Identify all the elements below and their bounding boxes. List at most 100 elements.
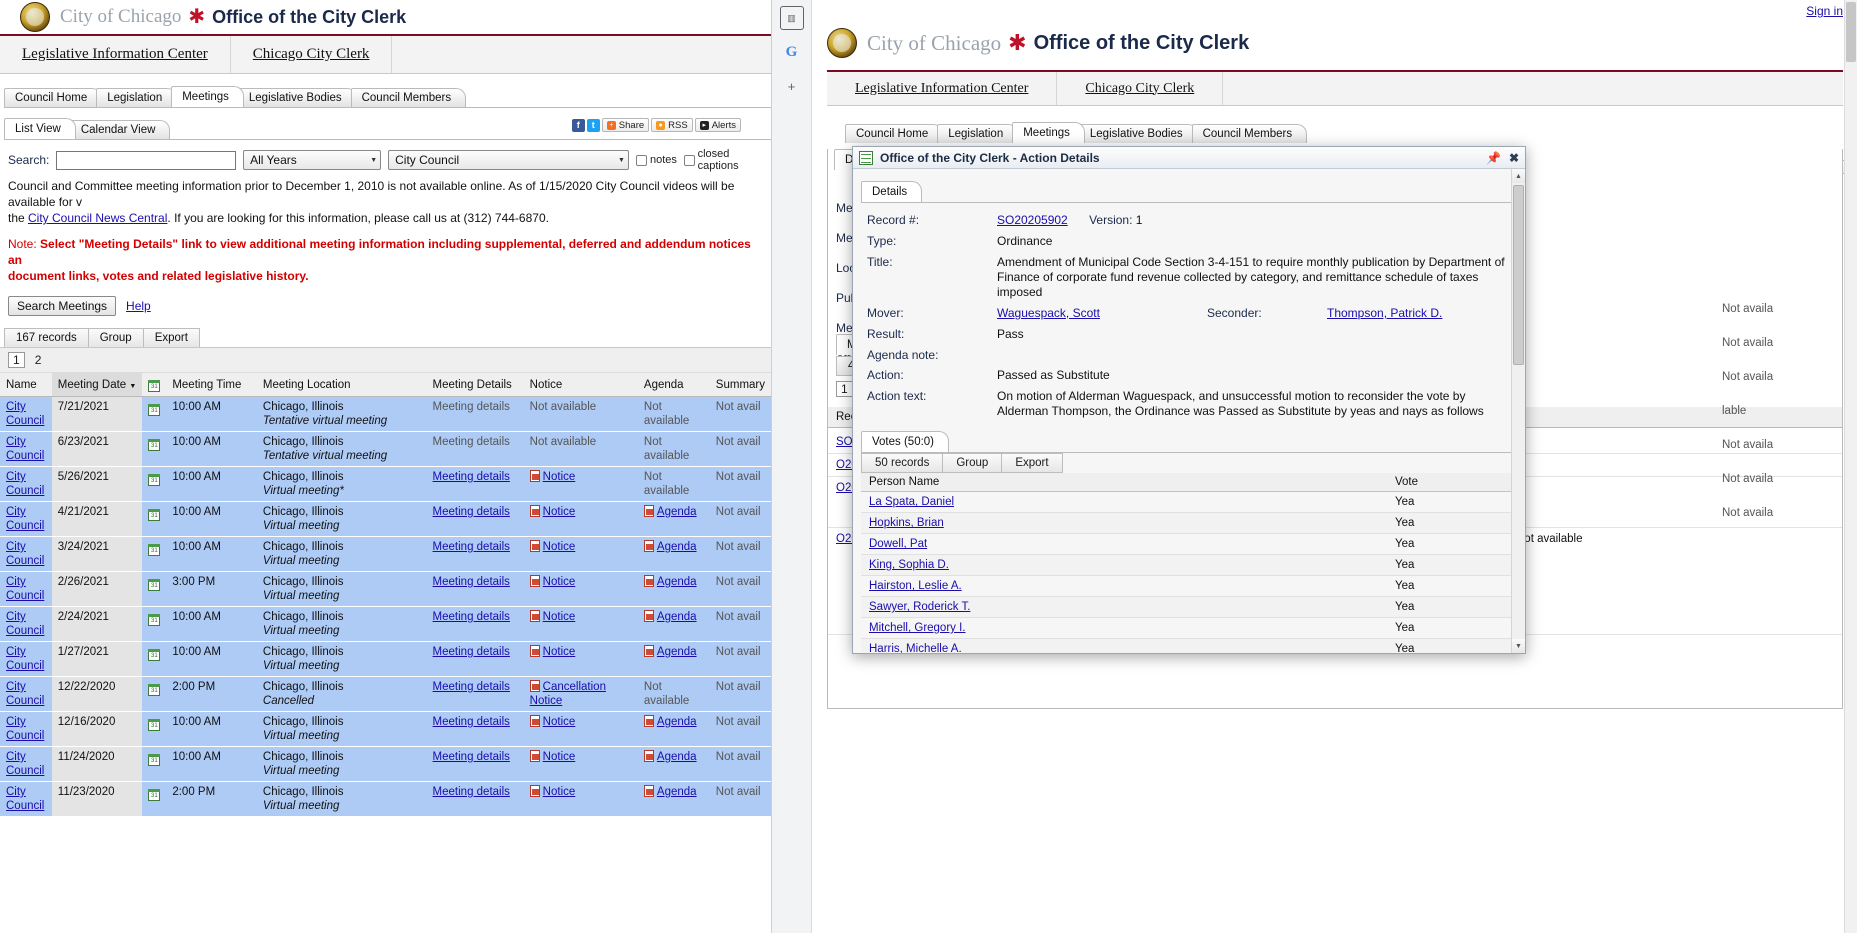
vote-row[interactable]: Hopkins, Brian Yea [861,512,1517,534]
closed-captions-checkbox-wrap[interactable]: closed captions [683,148,771,172]
cell-name[interactable]: City Council [0,501,52,537]
notice-link[interactable]: Notice [543,611,576,623]
cell-calendar[interactable]: 31 [142,711,167,747]
meeting-name-link[interactable]: City Council [6,436,44,462]
table-row[interactable]: City Council 5/26/2021 31 10:00 AM Chicago, … [0,466,771,502]
cell-meeting-details[interactable]: Meeting details [426,781,524,817]
notice-link[interactable]: Notice [543,541,576,553]
calendar-icon[interactable]: 31 [148,614,161,626]
cell-meeting-details[interactable]: Meeting details [426,571,524,607]
cell-name[interactable]: City Council [0,466,52,502]
year-filter-select[interactable]: All Years ▼ [243,150,382,170]
agenda-link[interactable]: Agenda [657,506,697,518]
table-row[interactable]: City Council 11/24/2020 31 10:00 AM Chicago,… [0,746,771,782]
calendar-icon[interactable]: 31 [148,404,161,416]
group-button[interactable]: Group [87,328,143,347]
cell-person-name[interactable]: Hopkins, Brian [861,512,1387,534]
notes-checkbox-wrap[interactable]: notes [635,154,677,166]
meeting-name-link[interactable]: City Council [6,646,44,672]
notice-link[interactable]: Notice [543,506,576,518]
person-link[interactable]: Harris, Michelle A. [869,643,962,653]
scroll-up-icon[interactable]: ▲ [1512,169,1525,183]
agenda-link[interactable]: Agenda [657,716,697,728]
rss-button[interactable]: ● RSS [651,118,693,132]
cell-meeting-details[interactable]: Meeting details [426,466,524,502]
votes-export-button[interactable]: Export [1001,453,1063,473]
modal-scrollbar[interactable]: ▲ ▼ [1511,169,1525,653]
meeting-name-link[interactable]: City Council [6,401,44,427]
modal-scrollbar-thumb[interactable] [1513,185,1524,365]
tab-legislation[interactable]: Legislation [937,124,1019,143]
cell-agenda[interactable]: Agenda [637,571,710,607]
calendar-icon[interactable]: 31 [148,754,161,766]
calendar-icon[interactable]: 31 [148,719,161,731]
share-button[interactable]: + Share [601,118,650,132]
cell-calendar[interactable]: 31 [142,746,167,782]
person-link[interactable]: Hairston, Leslie A. [869,580,962,592]
cell-agenda[interactable]: Agenda [637,606,710,642]
col-name[interactable]: Name [0,373,52,397]
calendar-icon[interactable]: 31 [148,579,161,591]
meeting-details-link[interactable]: Meeting details [433,786,510,798]
cell-calendar[interactable]: 31 [142,536,167,572]
panel-layout-icon[interactable]: ▥ [779,6,804,30]
tab-council-home[interactable]: Council Home [4,88,103,107]
meeting-details-link[interactable]: Meeting details [433,506,510,518]
top-nav-chicago-city-clerk[interactable]: Chicago City Clerk [1057,72,1224,105]
cell-agenda[interactable]: Agenda [637,641,710,677]
vote-row[interactable]: Sawyer, Roderick T. Yea [861,596,1517,618]
col-agenda[interactable]: Agenda [637,373,710,397]
meeting-details-link[interactable]: Meeting details [433,541,510,553]
right-pager-page-1[interactable]: 1 [836,381,853,397]
cell-name[interactable]: City Council [0,676,52,712]
closed-captions-checkbox[interactable] [683,154,695,166]
cell-name[interactable]: City Council [0,781,52,817]
person-link[interactable]: King, Sophia D. [869,559,949,571]
meeting-name-link[interactable]: City Council [6,506,44,532]
vote-row[interactable]: La Spata, Daniel Yea [861,491,1517,513]
table-row[interactable]: City Council 6/23/2021 31 10:00 AM Chicago, … [0,431,771,467]
seconder-link[interactable]: Thompson, Patrick D. [1327,306,1442,321]
col-person-name[interactable]: Person Name [861,473,1387,492]
scrollbar-thumb[interactable] [1846,2,1856,62]
add-plus-icon[interactable]: + [780,74,804,98]
tab-council-home[interactable]: Council Home [845,124,944,143]
col-notice[interactable]: Notice [523,373,638,397]
cell-agenda[interactable]: Agenda [637,781,710,817]
notice-link[interactable]: Notice [543,751,576,763]
cell-notice[interactable]: Notice [523,781,638,817]
meeting-name-link[interactable]: City Council [6,786,44,812]
cell-notice[interactable]: Cancellation Notice [523,676,638,712]
cell-meeting-details[interactable]: Meeting details [426,536,524,572]
top-nav-legislative-information-center[interactable]: Legislative Information Center [0,36,231,73]
cell-person-name[interactable]: Mitchell, Gregory I. [861,617,1387,639]
calendar-icon[interactable]: 31 [148,439,161,451]
meeting-name-link[interactable]: City Council [6,541,44,567]
meeting-name-link[interactable]: City Council [6,716,44,742]
meeting-details-link[interactable]: Meeting details [433,576,510,588]
meeting-details-link[interactable]: Meeting details [433,716,510,728]
search-input[interactable] [56,150,237,170]
calendar-icon[interactable]: 31 [148,684,161,696]
cell-person-name[interactable]: Hairston, Leslie A. [861,575,1387,597]
meeting-name-link[interactable]: City Council [6,751,44,777]
meeting-name-link[interactable]: City Council [6,681,44,707]
tab-legislative-bodies[interactable]: Legislative Bodies [1078,124,1198,143]
cell-meeting-details[interactable]: Meeting details [426,606,524,642]
notice-link[interactable]: Cancellation Notice [530,681,606,707]
person-link[interactable]: Mitchell, Gregory I. [869,622,966,634]
cell-meeting-details[interactable]: Meeting details [426,676,524,712]
meeting-details-link[interactable]: Meeting details [433,646,510,658]
google-g-icon[interactable]: G [780,40,804,64]
cell-calendar[interactable]: 31 [142,676,167,712]
cell-calendar[interactable]: 31 [142,501,167,537]
cell-name[interactable]: City Council [0,396,52,432]
agenda-link[interactable]: Agenda [657,541,697,553]
agenda-link[interactable]: Agenda [657,611,697,623]
cell-notice[interactable]: Notice [523,711,638,747]
cell-name[interactable]: City Council [0,571,52,607]
col-meeting-date[interactable]: Meeting Date ▼ [51,373,143,397]
table-row[interactable]: City Council 12/22/2020 31 2:00 PM Chicago, … [0,676,771,712]
meeting-name-link[interactable]: City Council [6,576,44,602]
person-link[interactable]: Hopkins, Brian [869,517,944,529]
